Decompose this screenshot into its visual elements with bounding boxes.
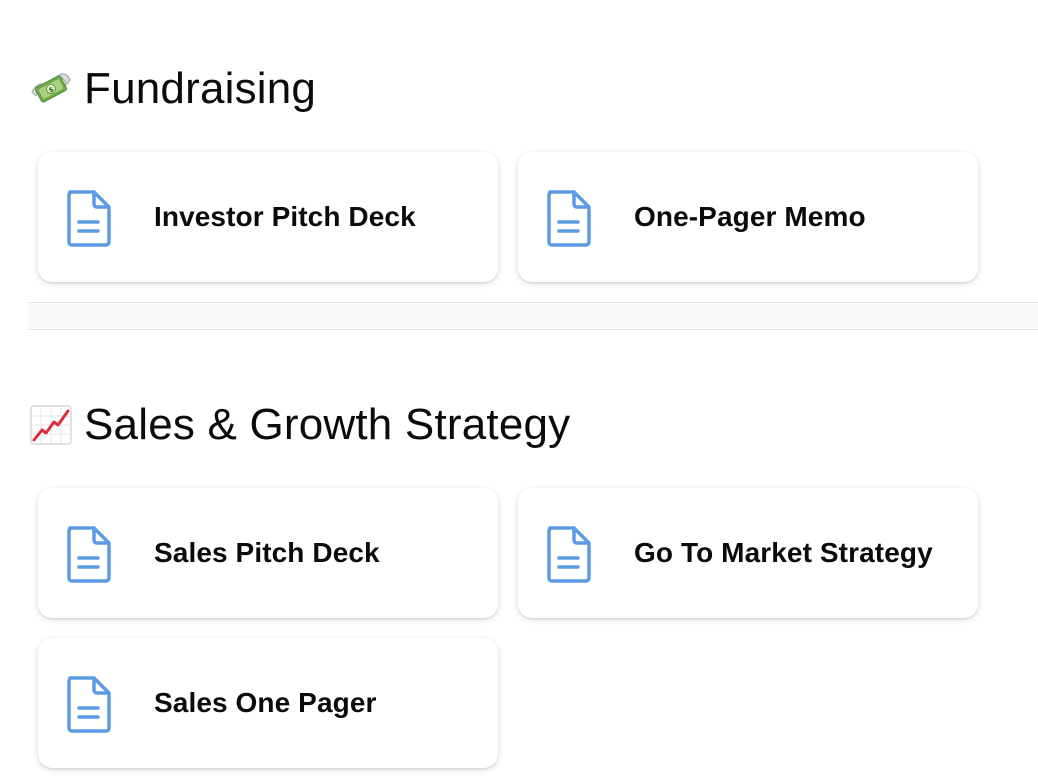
section-heading-sales-growth: Sales & Growth Strategy xyxy=(28,402,570,448)
money-with-wings-icon: $ xyxy=(31,73,71,103)
card-sales-pitch-deck[interactable]: Sales Pitch Deck xyxy=(38,488,498,618)
card-label: Investor Pitch Deck xyxy=(154,201,416,232)
document-icon xyxy=(67,526,111,583)
chart-increasing-icon xyxy=(30,405,72,445)
card-investor-pitch-deck[interactable]: Investor Pitch Deck xyxy=(38,152,498,282)
document-icon xyxy=(67,190,111,247)
card-label: Sales One Pager xyxy=(154,687,377,718)
card-label: One-Pager Memo xyxy=(634,201,866,232)
card-one-pager-memo[interactable]: One-Pager Memo xyxy=(518,152,978,282)
card-sales-one-pager[interactable]: Sales One Pager xyxy=(38,638,498,768)
card-label: Sales Pitch Deck xyxy=(154,537,380,568)
page: $ Fundraising Investor Pitch Deck One-Pa… xyxy=(0,0,1038,782)
card-go-to-market-strategy[interactable]: Go To Market Strategy xyxy=(518,488,978,618)
document-icon xyxy=(67,676,111,733)
section-title: Fundraising xyxy=(84,64,317,113)
document-icon xyxy=(547,526,591,583)
card-label: Go To Market Strategy xyxy=(634,537,933,568)
section-heading-fundraising: $ Fundraising xyxy=(28,66,316,112)
document-icon xyxy=(547,190,591,247)
section-divider xyxy=(28,302,1038,330)
section-title: Sales & Growth Strategy xyxy=(84,400,571,449)
